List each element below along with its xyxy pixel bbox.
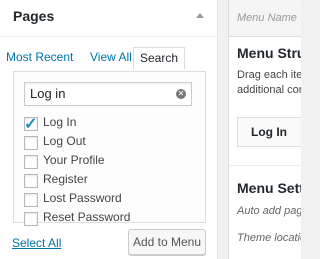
checkbox-your-profile[interactable]: [24, 155, 38, 169]
menu-item-label: Log In: [251, 125, 287, 139]
result-label: Register: [43, 172, 88, 186]
menu-structure-title: Menu Stru: [237, 45, 301, 61]
result-label: Lost Password: [43, 191, 122, 205]
checkbox-reset-password[interactable]: [24, 212, 38, 226]
tab-search[interactable]: Search: [133, 47, 186, 70]
auto-add-pages-label: Auto add page: [237, 205, 301, 217]
theme-locations-label: Theme locatio: [237, 232, 301, 244]
structure-description-line-1: Drag each iter: [237, 69, 301, 81]
metabox-header[interactable]: Pages: [0, 0, 217, 37]
menu-header: Menu Name: [229, 0, 301, 37]
select-all-link[interactable]: Select All: [12, 236, 61, 250]
menu-settings-title: Menu Setti: [237, 180, 301, 196]
checkbox-lost-password[interactable]: [24, 193, 38, 207]
checkmark-icon: ✓: [24, 116, 38, 133]
tab-view-all[interactable]: View All: [90, 50, 132, 64]
add-to-menu-button[interactable]: Add to Menu: [128, 229, 206, 255]
menu-item-log-in[interactable]: Log In: [237, 117, 301, 147]
checkbox-register[interactable]: [24, 174, 38, 188]
menu-structure-panel: Menu Name Menu Stru Drag each iter addit…: [228, 0, 301, 259]
result-label: Your Profile: [43, 153, 105, 167]
result-label: Log In: [43, 115, 77, 129]
search-input-value: Log in: [30, 86, 66, 101]
metabox-title: Pages: [13, 8, 55, 24]
tab-most-recent[interactable]: Most Recent: [6, 50, 73, 64]
checkbox-log-out[interactable]: [24, 136, 38, 150]
clear-search-icon[interactable]: ✕: [176, 89, 186, 99]
result-label: Log Out: [43, 134, 86, 148]
pages-metabox: Pages Most Recent View All Search Log in…: [0, 0, 218, 259]
search-input[interactable]: Log in ✕: [24, 82, 192, 106]
collapse-arrow-icon[interactable]: [196, 13, 204, 18]
search-tab-panel: Log in ✕ ✓ Log In Log Out Your Profile R…: [13, 71, 206, 226]
checkbox-log-in[interactable]: ✓: [24, 116, 38, 133]
structure-description-line-2: additional cor: [237, 84, 301, 96]
menu-name-input[interactable]: Menu Name: [237, 12, 297, 24]
result-label: Reset Password: [43, 210, 131, 224]
section-divider: [229, 165, 301, 166]
